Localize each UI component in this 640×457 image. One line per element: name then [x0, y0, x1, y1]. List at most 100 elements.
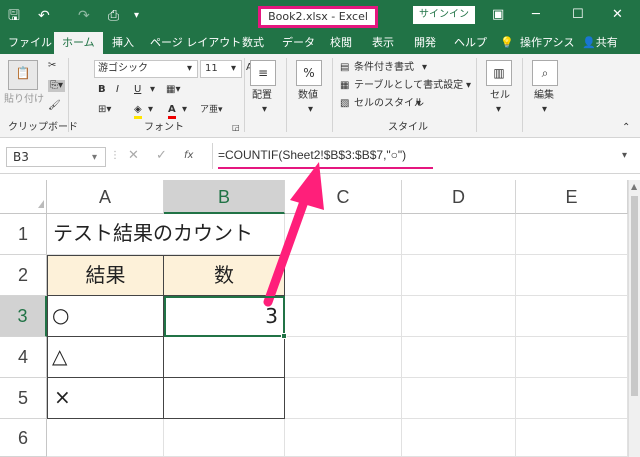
chevron-down-icon[interactable]: ▾: [150, 84, 155, 96]
cell-c1[interactable]: [285, 214, 402, 255]
border-icon[interactable]: ▦▾: [166, 84, 180, 96]
cell-e2[interactable]: [516, 255, 628, 296]
tab-developer[interactable]: 開発: [414, 32, 436, 54]
percent-icon[interactable]: %: [296, 60, 322, 86]
format-painter-icon[interactable]: 🖌: [48, 100, 61, 112]
column-header-c[interactable]: C: [285, 180, 402, 214]
phonetic-icon[interactable]: ア亜▾: [200, 104, 223, 116]
cell-a4[interactable]: △: [47, 337, 164, 378]
insert-function-icon[interactable]: fx: [184, 150, 193, 162]
tab-page-layout[interactable]: ページ レイアウト: [150, 32, 241, 54]
row-header-6[interactable]: 6: [0, 419, 47, 457]
cell-c6[interactable]: [285, 419, 402, 457]
chevron-down-icon[interactable]: ▾: [148, 104, 153, 116]
tab-formulas[interactable]: 数式: [242, 32, 264, 54]
worksheet-grid[interactable]: A B C D E 1 2 3 4 5 6 テスト結果のカウント 結果 数 ○ …: [0, 180, 628, 457]
share-button[interactable]: 👤共有: [582, 32, 618, 54]
cell-c4[interactable]: [285, 337, 402, 378]
tab-file[interactable]: ファイル: [8, 32, 52, 54]
cell-c5[interactable]: [285, 378, 402, 419]
paste-icon[interactable]: 📋: [8, 60, 38, 90]
tab-home[interactable]: ホーム: [54, 32, 103, 54]
column-header-e[interactable]: E: [516, 180, 628, 214]
fill-color-icon[interactable]: ◈: [134, 104, 142, 119]
cell-b6[interactable]: [164, 419, 285, 457]
cell-e6[interactable]: [516, 419, 628, 457]
borders-icon[interactable]: ⊞▾: [98, 104, 111, 116]
cell-a2[interactable]: 結果: [47, 255, 164, 296]
cell-d4[interactable]: [402, 337, 516, 378]
copy-icon[interactable]: ⎘▾: [48, 80, 66, 92]
name-box[interactable]: B3: [6, 147, 106, 167]
select-all-corner[interactable]: [0, 180, 47, 214]
chevron-down-icon[interactable]: ▾: [542, 104, 547, 116]
paste-label[interactable]: 貼り付け: [4, 94, 44, 106]
save-icon[interactable]: 🖫: [8, 6, 20, 26]
enter-icon[interactable]: ✓: [156, 149, 167, 162]
cell-e4[interactable]: [516, 337, 628, 378]
fill-handle[interactable]: [281, 333, 287, 339]
cell-c2[interactable]: [285, 255, 402, 296]
formula-input[interactable]: =COUNTIF(Sheet2!$B$3:$B$7,"○"): [218, 146, 406, 164]
chevron-down-icon[interactable]: ▾: [416, 98, 421, 110]
bold-button[interactable]: B: [98, 84, 106, 96]
conditional-formatting-button[interactable]: 条件付き書式: [354, 62, 414, 74]
cell-d3[interactable]: [402, 296, 516, 337]
font-size-select[interactable]: 11 ▾: [200, 60, 242, 78]
cell-a5[interactable]: ×: [47, 378, 164, 419]
chevron-down-icon[interactable]: ▾: [308, 104, 313, 116]
scroll-thumb[interactable]: [631, 196, 638, 396]
close-icon[interactable]: ✕: [612, 6, 623, 24]
collapse-ribbon-icon[interactable]: ⌃: [622, 122, 630, 134]
cell-styles-button[interactable]: セルのスタイル: [354, 98, 424, 110]
chevron-down-icon[interactable]: ▾: [92, 152, 97, 164]
chevron-down-icon[interactable]: ▾: [182, 104, 187, 116]
cancel-icon[interactable]: ✕: [128, 149, 139, 162]
cell-a1[interactable]: テスト結果のカウント: [47, 214, 253, 255]
tab-insert[interactable]: 挿入: [112, 32, 134, 54]
customize-qat-icon[interactable]: ▾: [134, 6, 139, 26]
tab-view[interactable]: 表示: [372, 32, 394, 54]
cells-label[interactable]: セル: [490, 90, 510, 102]
column-header-a[interactable]: A: [47, 180, 164, 214]
editing-label[interactable]: 編集: [534, 90, 554, 102]
cell-d5[interactable]: [402, 378, 516, 419]
search-icon[interactable]: ⌕: [532, 60, 558, 86]
alignment-icon[interactable]: ≡: [250, 60, 276, 86]
redo-icon[interactable]: ↷: [78, 6, 90, 26]
number-label[interactable]: 数値: [298, 90, 318, 102]
signin-button[interactable]: サインイン: [413, 6, 475, 24]
cell-c3[interactable]: [285, 296, 402, 337]
font-name-select[interactable]: 游ゴシック ▾: [94, 60, 198, 78]
chevron-down-icon[interactable]: ▾: [422, 62, 427, 74]
ribbon-display-icon[interactable]: ▣: [492, 6, 504, 24]
tell-me-search[interactable]: 操作アシス: [520, 32, 575, 54]
row-header-2[interactable]: 2: [0, 255, 47, 296]
chevron-down-icon[interactable]: ▾: [496, 104, 501, 116]
row-header-1[interactable]: 1: [0, 214, 47, 255]
scroll-up-icon[interactable]: ▲: [631, 182, 637, 191]
row-header-4[interactable]: 4: [0, 337, 47, 378]
vertical-scrollbar[interactable]: ▲: [628, 180, 640, 457]
row-header-3[interactable]: 3: [0, 296, 47, 337]
cells-icon[interactable]: ▥: [486, 60, 512, 86]
cell-b2[interactable]: 数: [164, 255, 285, 296]
cell-d1[interactable]: [402, 214, 516, 255]
row-header-5[interactable]: 5: [0, 378, 47, 419]
undo-icon[interactable]: ↶: [38, 6, 50, 26]
cut-icon[interactable]: ✂: [48, 60, 56, 72]
cell-d6[interactable]: [402, 419, 516, 457]
font-color-icon[interactable]: A: [168, 104, 176, 119]
column-header-d[interactable]: D: [402, 180, 516, 214]
format-as-table-button[interactable]: テーブルとして書式設定: [354, 80, 463, 92]
cell-a6[interactable]: [47, 419, 164, 457]
italic-button[interactable]: I: [116, 84, 119, 96]
dialog-launcher-icon[interactable]: ◲: [232, 122, 240, 134]
cell-e3[interactable]: [516, 296, 628, 337]
cell-a3[interactable]: ○: [47, 296, 164, 337]
chevron-down-icon[interactable]: ▾: [466, 80, 471, 92]
cell-b3-selected[interactable]: 3: [164, 296, 285, 337]
tab-review[interactable]: 校閲: [330, 32, 352, 54]
maximize-icon[interactable]: ☐: [572, 6, 584, 24]
minimize-icon[interactable]: ─: [532, 6, 540, 24]
